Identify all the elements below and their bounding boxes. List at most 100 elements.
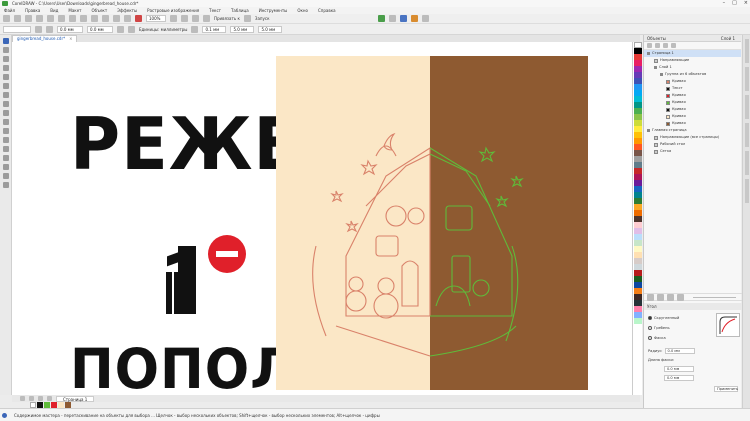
new-document-icon[interactable] xyxy=(3,15,10,22)
eyedropper-icon[interactable] xyxy=(2,164,9,170)
layer-item[interactable]: Сетка xyxy=(644,148,741,155)
all-pages-icon[interactable] xyxy=(117,25,124,33)
pick-tool-icon[interactable] xyxy=(2,38,9,44)
launch-dropdown[interactable]: Запуск xyxy=(255,16,270,21)
freehand-tool-icon[interactable] xyxy=(2,74,9,80)
page-tab[interactable]: Страница 1 xyxy=(56,395,95,402)
crop-tool-icon[interactable] xyxy=(2,56,9,62)
apply-button[interactable]: Применить xyxy=(714,386,738,392)
layer-item[interactable]: Кривая xyxy=(644,78,741,85)
radio-chamfer[interactable] xyxy=(648,336,652,340)
export-icon[interactable] xyxy=(124,15,131,22)
snap-to-dropdown[interactable]: Привязать к xyxy=(214,16,240,21)
nudge-field[interactable]: 0.1 мм xyxy=(202,25,227,33)
layer-item[interactable]: Рабочий стол xyxy=(644,141,741,148)
maximize-button[interactable]: □ xyxy=(732,0,737,7)
menu-bitmaps[interactable]: Растровые изображения xyxy=(147,7,199,14)
print-icon[interactable] xyxy=(36,15,43,22)
layer-item[interactable]: Направляющие xyxy=(644,57,741,64)
side-tab[interactable] xyxy=(744,39,749,63)
document-tab[interactable]: gingerbread_house.cdr* × xyxy=(12,35,78,42)
run-macro-icon[interactable] xyxy=(377,15,385,22)
layer-item[interactable]: Направляющие (все страницы) xyxy=(644,134,741,141)
new-master-layer-icon[interactable] xyxy=(655,43,660,48)
open-icon[interactable] xyxy=(14,15,21,22)
color-palette[interactable] xyxy=(632,42,642,395)
side-tab[interactable] xyxy=(744,123,749,147)
radius-field[interactable]: 0.0 мм xyxy=(664,348,695,354)
lock-icon[interactable] xyxy=(410,15,418,22)
minimize-button[interactable]: – xyxy=(723,0,726,7)
drawing-canvas[interactable]: РЕЖЕМ ПОПОЛАМ xyxy=(12,42,640,395)
layer-item[interactable]: Главная страница xyxy=(644,127,741,134)
layer-item[interactable]: Страница 1 xyxy=(644,50,741,57)
corner-option-chamfer[interactable]: Фаска xyxy=(648,336,666,340)
smart-fill-icon[interactable] xyxy=(2,182,9,188)
rulers-icon[interactable] xyxy=(181,15,188,22)
redo-icon[interactable] xyxy=(91,15,98,22)
zoom-tool-icon[interactable] xyxy=(2,65,9,71)
ellipse-tool-icon[interactable] xyxy=(2,101,9,107)
grid-icon[interactable] xyxy=(192,15,199,22)
connector-tool-icon[interactable] xyxy=(2,137,9,143)
layer-item[interactable]: Кривая xyxy=(644,120,741,127)
corner-option-scallop[interactable]: Гребень xyxy=(648,326,670,330)
side-tab[interactable] xyxy=(744,151,749,175)
macro-editor-icon[interactable] xyxy=(399,15,407,22)
next-page-icon[interactable] xyxy=(38,396,43,401)
last-page-icon[interactable] xyxy=(47,396,52,401)
save-icon[interactable] xyxy=(25,15,32,22)
menu-object[interactable]: Объект xyxy=(92,7,108,14)
duplicate-icon[interactable] xyxy=(667,293,674,301)
parallel-dimension-icon[interactable] xyxy=(2,128,9,134)
import-icon[interactable] xyxy=(113,15,120,22)
side-tab[interactable] xyxy=(744,67,749,91)
corner-option-round[interactable]: Скругленный xyxy=(648,316,679,320)
height-field[interactable]: 0.0 мм xyxy=(87,25,113,33)
options-icon[interactable] xyxy=(243,15,251,22)
side-tab[interactable] xyxy=(744,179,749,203)
paste-icon[interactable] xyxy=(69,15,76,22)
side-tab[interactable] xyxy=(744,95,749,119)
menu-window[interactable]: Окно xyxy=(297,7,308,14)
prev-page-icon[interactable] xyxy=(29,396,34,401)
cut-icon[interactable] xyxy=(47,15,54,22)
polygon-tool-icon[interactable] xyxy=(2,110,9,116)
search-icon[interactable] xyxy=(102,15,109,22)
radio-scallop[interactable] xyxy=(648,326,652,330)
shape-tool-icon[interactable] xyxy=(2,47,9,53)
copy-icon[interactable] xyxy=(58,15,65,22)
layer-item[interactable]: Группа из 6 объектов xyxy=(644,71,741,78)
guides-icon[interactable] xyxy=(203,15,210,22)
undo-icon[interactable] xyxy=(80,15,87,22)
layer-item[interactable]: Текст xyxy=(644,85,741,92)
delete-layer-icon[interactable] xyxy=(663,43,668,48)
current-page-icon[interactable] xyxy=(128,25,135,33)
layer-item[interactable]: Слой 1 xyxy=(644,64,741,71)
swatch[interactable] xyxy=(633,318,642,324)
layer-options-icon[interactable] xyxy=(671,43,676,48)
width-field[interactable]: 0.0 мм xyxy=(57,25,83,33)
align-icon[interactable] xyxy=(421,15,429,22)
gear-icon[interactable] xyxy=(647,293,654,301)
units-dropdown[interactable]: Единицы: миллиметры xyxy=(139,27,187,32)
landscape-icon[interactable] xyxy=(46,25,53,33)
menu-view[interactable]: Вид xyxy=(50,7,58,14)
zoom-field[interactable]: 100% xyxy=(146,15,166,22)
edge-field-1[interactable]: 0.0 мм xyxy=(664,366,694,372)
menu-help[interactable]: Справка xyxy=(318,7,336,14)
duplicate-x-field[interactable]: 5.0 мм xyxy=(230,25,255,33)
layer-item[interactable]: Кривая xyxy=(644,113,741,120)
layer-item[interactable]: Кривая xyxy=(644,99,741,106)
menu-text[interactable]: Текст xyxy=(209,7,221,14)
layer-item[interactable]: Кривая xyxy=(644,92,741,99)
menu-edit[interactable]: Правка xyxy=(25,7,40,14)
transparency-tool-icon[interactable] xyxy=(2,155,9,161)
new-layer-icon[interactable] xyxy=(647,43,652,48)
first-page-icon[interactable] xyxy=(20,396,25,401)
close-tab-icon[interactable]: × xyxy=(69,36,72,41)
page-size-select[interactable] xyxy=(3,25,31,33)
edge-field-2[interactable]: 0.0 мм xyxy=(664,375,694,381)
artistic-media-icon[interactable] xyxy=(2,83,9,89)
menu-table[interactable]: Таблица xyxy=(231,7,249,14)
